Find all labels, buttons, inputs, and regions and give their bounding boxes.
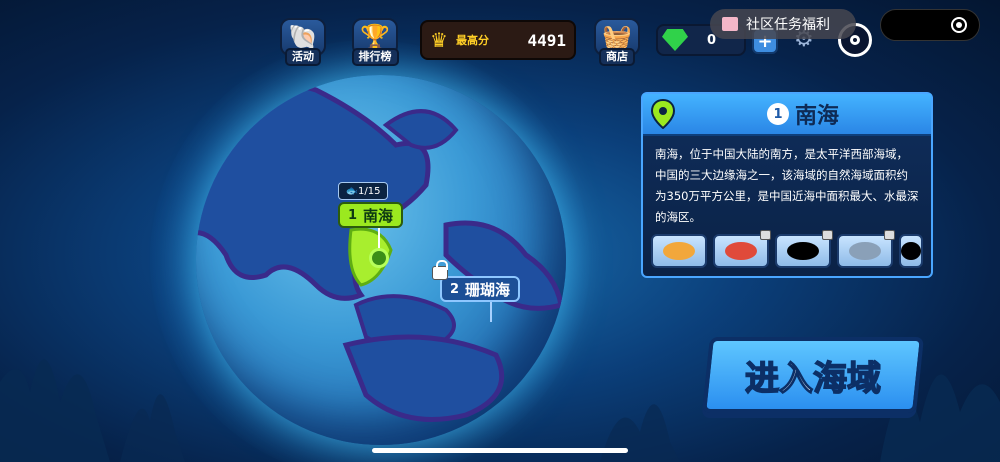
shop-label: 商店 [599, 48, 635, 66]
lock-icon [884, 230, 895, 240]
activity-button[interactable]: 🐚 活动 [276, 14, 330, 66]
fish-card-partial[interactable] [899, 234, 923, 268]
silhouette-fish-icon [787, 242, 819, 260]
panel-region-number: 1 [767, 103, 789, 125]
high-score-label: 最高分 [456, 34, 489, 47]
lock-icon [760, 230, 771, 240]
mini-program-capsule[interactable] [880, 9, 980, 41]
grey-fish-icon [849, 242, 881, 260]
puffer-fish-icon [663, 242, 695, 260]
region1-progress-tag: 🐟 1/15 [338, 182, 388, 200]
silhouette-fish-icon [901, 242, 921, 260]
region2-name: 珊瑚海 [465, 280, 511, 299]
region-marker-coral-sea[interactable]: 2 珊瑚海 [440, 276, 521, 302]
enter-sea-button[interactable]: 进入海域 [702, 337, 924, 413]
region2-number: 2 [450, 281, 460, 297]
fish-card-puffer[interactable] [651, 234, 707, 268]
high-score-value: 4491 [527, 30, 566, 50]
shop-button[interactable]: 🧺 商店 [590, 14, 644, 66]
crown-icon: ♛ [430, 28, 448, 52]
ranking-button[interactable]: 🏆 排行榜 [348, 14, 402, 66]
gift-icon [722, 17, 738, 31]
lock-icon [432, 260, 448, 280]
fish-card-red[interactable] [713, 230, 771, 268]
region1-name: 南海 [363, 206, 394, 225]
community-rewards-label: 社区任务福利 [746, 17, 830, 33]
region1-pin[interactable] [369, 248, 389, 268]
location-pin-icon [651, 99, 675, 129]
region-marker-south-sea[interactable]: 1 南海 [338, 202, 404, 228]
region-description: 南海，位于中国大陆的南方，是太平洋西部海域，中国的三大边缘海之一，该海域的自然海… [655, 147, 919, 224]
enter-sea-label: 进入海域 [744, 358, 882, 400]
community-rewards-button[interactable]: 社区任务福利 [710, 9, 856, 39]
region-info-panel: 1 南海 南海，位于中国大陆的南方，是太平洋西部海域，中国的三大边缘海之一，该海… [641, 92, 933, 278]
record-icon [850, 35, 860, 45]
fish-card-grey[interactable] [837, 230, 895, 268]
panel-title: 南海 [795, 104, 840, 129]
panel-header: 1 南海 [643, 94, 931, 136]
region1-progress: 1/15 [357, 185, 381, 197]
target-icon[interactable] [951, 17, 967, 33]
region2-pin-line [490, 302, 492, 322]
home-indicator[interactable] [372, 448, 628, 453]
high-score-display: ♛ 最高分 4491 [420, 20, 576, 60]
fish-list [651, 230, 923, 268]
ranking-label: 排行榜 [351, 48, 399, 66]
fish-small-icon: 🐟 [345, 185, 358, 197]
fish-card-silhouette[interactable] [775, 230, 833, 268]
lock-icon [822, 230, 833, 240]
red-fish-icon [725, 242, 757, 260]
gem-icon [662, 29, 688, 51]
region1-pin-line [378, 228, 380, 250]
activity-label: 活动 [285, 48, 321, 66]
region1-number: 1 [348, 207, 358, 223]
